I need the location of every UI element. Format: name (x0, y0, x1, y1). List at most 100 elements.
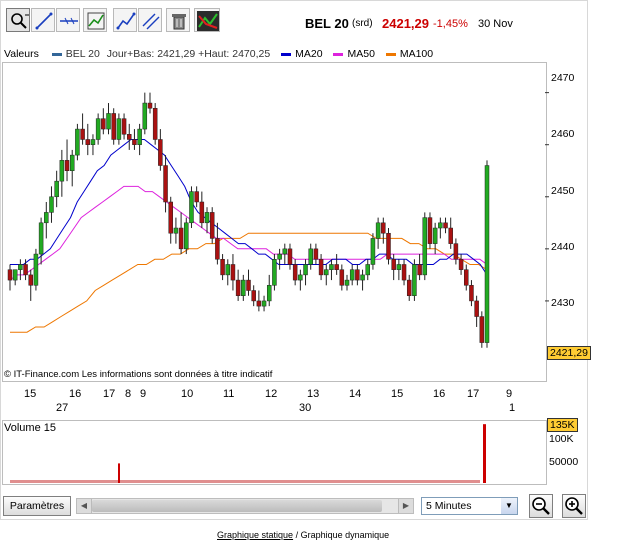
candle-body (7, 269, 13, 281)
candle-body (209, 212, 215, 239)
candle-body (406, 279, 412, 296)
candle-body (412, 264, 417, 296)
x-tick: 13 (307, 388, 320, 400)
x-tick: 9 (506, 388, 513, 400)
candle-body (272, 259, 277, 286)
y-tick-2450: 2450 (551, 185, 575, 197)
candle-body (33, 253, 39, 286)
candle-body (95, 118, 101, 140)
candle-body (163, 165, 168, 203)
last-price-tag: 2421,29 (547, 346, 591, 360)
candle-body (479, 316, 485, 343)
y-tick-2460: 2460 (551, 128, 575, 140)
candle-body (158, 139, 163, 166)
candle-body (147, 102, 153, 109)
candle-body (303, 264, 308, 276)
candle-body (391, 259, 396, 270)
footer: Graphique statique / Graphique dynamique (217, 530, 389, 540)
candle-body (49, 196, 54, 213)
candle-body (116, 118, 122, 140)
candle-body (266, 285, 272, 302)
candle-body (69, 154, 75, 171)
candle-body (381, 222, 386, 234)
candle-body (121, 118, 127, 135)
y-tick-2470: 2470 (551, 72, 575, 84)
candle-body (85, 139, 91, 145)
x-group-label: 27 (56, 402, 69, 414)
parameters-button[interactable]: Paramètres (3, 496, 71, 516)
static-chart-link[interactable]: Graphique statique (217, 530, 293, 540)
interval-select[interactable]: 5 Minutes ▼ (421, 497, 518, 515)
candle-body (432, 227, 438, 244)
candle-body (241, 279, 246, 296)
volume-label: Volume 15 (4, 422, 56, 434)
candle-body (137, 128, 142, 145)
candle-body (215, 238, 220, 260)
candle-body (308, 248, 313, 265)
y-tick-2440: 2440 (551, 241, 575, 253)
candle-body (204, 212, 210, 224)
zoom-out-icon (532, 497, 550, 515)
candle-body (64, 160, 70, 171)
interval-value: 5 Minutes (426, 500, 472, 512)
candle-body (38, 222, 44, 255)
x-tick: 12 (265, 388, 278, 400)
candle-body (127, 134, 132, 140)
candle-body (401, 264, 407, 281)
x-tick: 17 (103, 388, 116, 400)
candle-body (246, 279, 251, 291)
candle-body (44, 212, 49, 224)
scroll-left-icon[interactable]: ◀ (77, 499, 92, 513)
zoom-out-button[interactable] (529, 494, 553, 518)
x-tick: 8 (125, 388, 132, 400)
candle-body (474, 300, 479, 317)
chevron-down-icon[interactable]: ▼ (501, 498, 517, 514)
x-group-label: 1 (509, 402, 516, 414)
candle-body (344, 279, 350, 286)
scrollbar-thumb[interactable] (92, 500, 382, 512)
timeline-scrollbar[interactable]: ◀ ▶ (76, 498, 414, 514)
candle-body (184, 222, 189, 250)
candle-body (261, 300, 267, 307)
zoom-in-button[interactable] (562, 494, 586, 518)
candle-body (111, 113, 116, 140)
candle-body (251, 290, 256, 302)
volume-y-tick-100k: 100K (549, 433, 574, 445)
candle-body (422, 217, 428, 276)
candle-body (484, 165, 490, 343)
candle-body (23, 264, 28, 276)
x-tick: 9 (140, 388, 147, 400)
candle-body (75, 128, 80, 156)
candle-body (28, 274, 33, 286)
scroll-right-icon[interactable]: ▶ (398, 499, 413, 513)
candle-body (438, 222, 443, 229)
candle-body (298, 274, 303, 281)
candle-body (199, 201, 205, 224)
candle-body (101, 118, 106, 130)
candle-body (152, 107, 158, 140)
candle-body (360, 274, 365, 281)
candle-body (427, 217, 433, 244)
x-group-label: 30 (299, 402, 312, 414)
volume-y-tick-50000: 50000 (549, 456, 579, 468)
candle-body (194, 191, 199, 203)
candle-body (396, 264, 402, 270)
candle-body (417, 264, 422, 276)
candle-body (59, 160, 65, 182)
candle-body (287, 248, 293, 265)
x-tick: 15 (391, 388, 404, 400)
candle-body (220, 259, 225, 276)
candle-body (54, 180, 59, 198)
y-tick-2430: 2430 (551, 297, 575, 309)
candle-body (142, 102, 148, 130)
volume-chart-frame[interactable] (2, 420, 547, 485)
candle-body (355, 269, 360, 281)
candle-body (12, 269, 18, 281)
candle-body (168, 201, 173, 234)
candle-body (230, 264, 236, 281)
zoom-in-icon (565, 497, 583, 515)
candle-body (443, 222, 448, 229)
candle-body (178, 227, 184, 250)
candle-body (448, 227, 453, 244)
candle-body (318, 259, 324, 276)
